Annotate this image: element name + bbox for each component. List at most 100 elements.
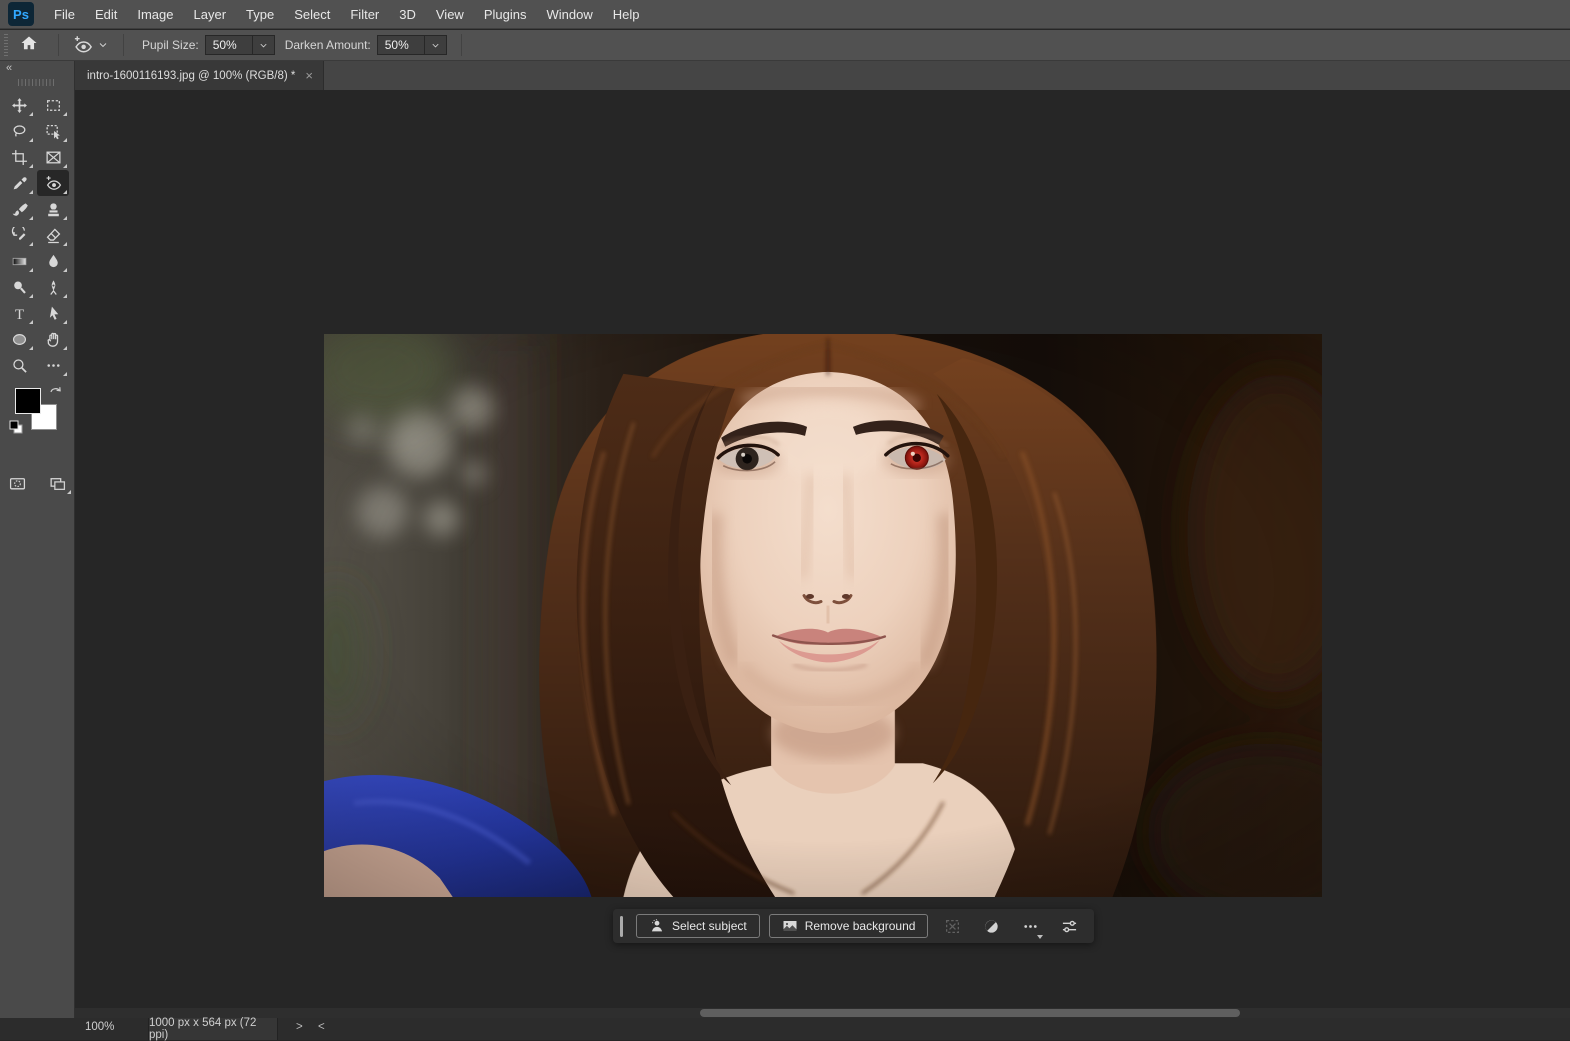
eraser-tool[interactable] xyxy=(37,222,69,248)
hand-tool[interactable] xyxy=(37,326,69,352)
options-separator xyxy=(58,34,59,56)
horizontal-scrollbar-thumb[interactable] xyxy=(700,1009,1240,1017)
more-options-icon xyxy=(1022,918,1039,935)
options-separator xyxy=(461,34,462,56)
menu-item-window[interactable]: Window xyxy=(536,0,602,29)
rectangular-marquee-tool[interactable] xyxy=(37,92,69,118)
frame-tool[interactable] xyxy=(37,144,69,170)
menu-item-view[interactable]: View xyxy=(426,0,474,29)
dodge-tool[interactable] xyxy=(3,274,35,300)
task-bar-drag-handle[interactable] xyxy=(620,916,623,937)
contextual-task-bar: Select subject Remove background xyxy=(613,909,1094,943)
menu-item-help[interactable]: Help xyxy=(603,0,650,29)
chevron-down-icon xyxy=(430,40,441,51)
status-doc-info[interactable]: 1000 px x 564 px (72 ppi) xyxy=(148,1018,278,1040)
screen-mode-icon xyxy=(49,475,66,492)
crop-tool[interactable] xyxy=(3,144,35,170)
edit-toolbar-button[interactable] xyxy=(37,352,69,378)
lasso-tool[interactable] xyxy=(3,118,35,144)
menu-item-select[interactable]: Select xyxy=(284,0,340,29)
default-colors-button[interactable] xyxy=(9,420,24,435)
status-zoom-field[interactable]: 100% xyxy=(85,1021,114,1033)
red-eye-icon xyxy=(45,175,62,192)
eyedropper-icon xyxy=(11,175,28,192)
menu-item-edit[interactable]: Edit xyxy=(85,0,127,29)
darken-amount-dropdown[interactable] xyxy=(425,35,447,55)
menu-item-filter[interactable]: Filter xyxy=(340,0,389,29)
canvas-area[interactable]: Select subject Remove background xyxy=(75,90,1570,1008)
close-tab-icon[interactable]: × xyxy=(305,68,313,83)
move-tool[interactable] xyxy=(3,92,35,118)
quick-mask-button[interactable] xyxy=(1,470,33,496)
blur-drop-icon xyxy=(45,253,62,270)
horizontal-scrollbar[interactable] xyxy=(75,1008,1570,1018)
pen-tool[interactable] xyxy=(37,274,69,300)
remove-background-icon xyxy=(782,918,798,934)
menu-item-image[interactable]: Image xyxy=(127,0,183,29)
eyedropper-tool[interactable] xyxy=(3,170,35,196)
move-icon xyxy=(11,97,28,114)
menu-item-3d[interactable]: 3D xyxy=(389,0,426,29)
document-tab-title: intro-1600116193.jpg @ 100% (RGB/8) * xyxy=(87,70,295,82)
clone-stamp-tool[interactable] xyxy=(37,196,69,222)
collapse-panel-button[interactable]: « xyxy=(0,61,74,74)
select-subject-icon xyxy=(649,918,665,934)
tool-options-bar: Pupil Size: 50% Darken Amount: 50% xyxy=(0,30,1570,61)
status-collapse-arrow[interactable]: < xyxy=(318,1021,325,1033)
document-tab[interactable]: intro-1600116193.jpg @ 100% (RGB/8) * × xyxy=(75,61,324,90)
select-subject-button[interactable]: Select subject xyxy=(636,914,760,938)
options-bar-grip[interactable] xyxy=(4,34,8,56)
pupil-size-dropdown[interactable] xyxy=(253,35,275,55)
gradient-tool[interactable] xyxy=(3,248,35,274)
status-popup-arrow[interactable]: > xyxy=(296,1021,303,1033)
foreground-color-swatch[interactable] xyxy=(15,388,41,414)
red-eye-tool-icon xyxy=(73,35,93,55)
home-icon xyxy=(20,34,38,52)
document-image[interactable] xyxy=(324,334,1322,897)
photoshop-logo[interactable]: Ps xyxy=(8,2,34,26)
darken-amount-label: Darken Amount: xyxy=(285,38,371,52)
path-selection-tool[interactable] xyxy=(37,300,69,326)
gradient-icon xyxy=(11,253,28,270)
swap-arrows-icon xyxy=(48,384,64,398)
history-brush-tool[interactable] xyxy=(3,222,35,248)
type-tool[interactable]: T xyxy=(3,300,35,326)
ellipse-shape-tool[interactable] xyxy=(3,326,35,352)
task-bar-properties-button[interactable] xyxy=(1054,913,1084,939)
blur-tool[interactable] xyxy=(37,248,69,274)
eraser-icon xyxy=(45,227,62,244)
swap-colors-button[interactable] xyxy=(48,384,64,403)
hand-icon xyxy=(45,331,62,348)
chevron-down-icon xyxy=(258,40,269,51)
dodge-icon xyxy=(11,279,28,296)
screen-mode-button[interactable] xyxy=(41,470,73,496)
tools-panel-grip[interactable] xyxy=(18,79,56,86)
pupil-size-input[interactable]: 50% xyxy=(205,35,253,55)
create-adjustment-button[interactable] xyxy=(976,913,1006,939)
portrait-photo xyxy=(324,334,1322,897)
taskbar-properties-icon xyxy=(1061,918,1078,935)
lasso-icon xyxy=(11,123,28,140)
more-options-button[interactable] xyxy=(1015,913,1045,939)
select-subject-label: Select subject xyxy=(672,919,747,933)
type-icon: T xyxy=(11,305,28,322)
menu-item-plugins[interactable]: Plugins xyxy=(474,0,537,29)
home-button[interactable] xyxy=(20,34,38,57)
adjustment-contrast-icon xyxy=(983,918,1000,935)
zoom-tool[interactable] xyxy=(3,352,35,378)
zoom-icon xyxy=(11,357,28,374)
menu-item-file[interactable]: File xyxy=(44,0,85,29)
red-eye-tool[interactable] xyxy=(37,170,69,196)
brush-tool[interactable] xyxy=(3,196,35,222)
svg-text:T: T xyxy=(14,306,23,321)
remove-background-button[interactable]: Remove background xyxy=(769,914,929,938)
menu-item-type[interactable]: Type xyxy=(236,0,284,29)
selection-option-button-disabled xyxy=(937,913,967,939)
menu-item-layer[interactable]: Layer xyxy=(184,0,237,29)
selection-disabled-icon xyxy=(944,918,961,935)
quick-mask-icon xyxy=(9,475,26,492)
options-separator xyxy=(123,34,124,56)
object-selection-tool[interactable] xyxy=(37,118,69,144)
darken-amount-input[interactable]: 50% xyxy=(377,35,425,55)
current-tool-preset[interactable] xyxy=(67,33,115,57)
